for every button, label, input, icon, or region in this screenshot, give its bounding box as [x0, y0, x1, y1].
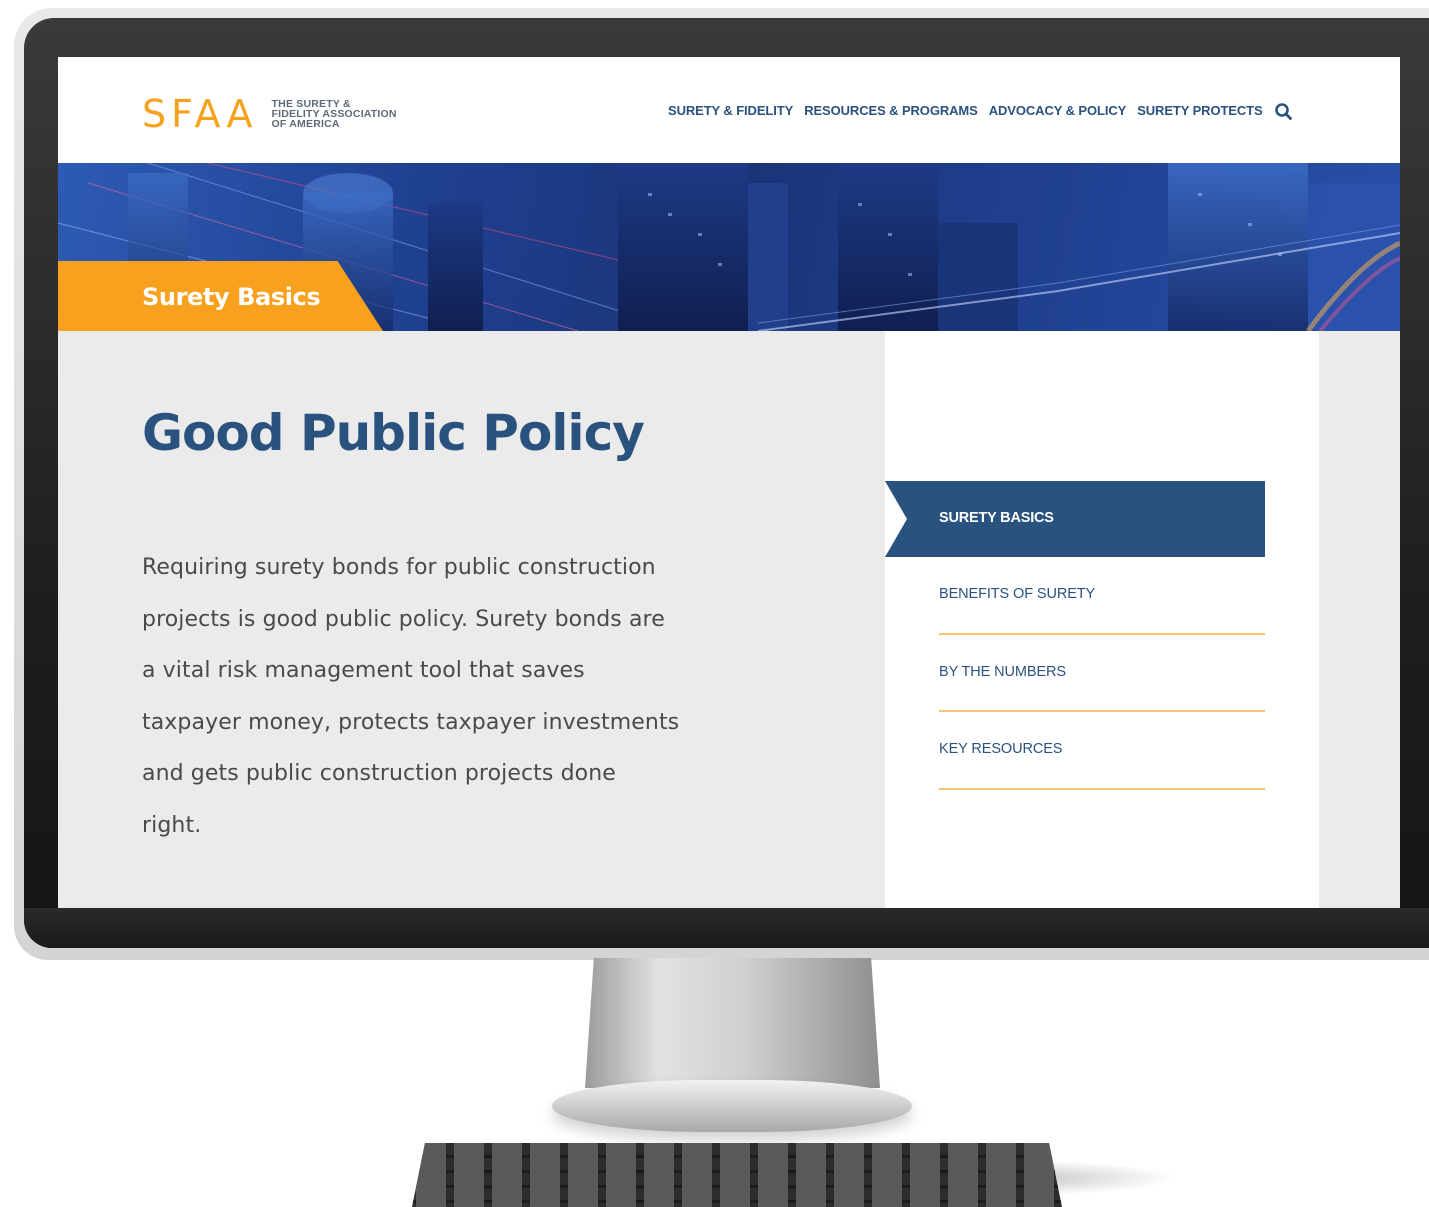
sidebar-nav: SURETY BASICS BENEFITS OF SURETY BY THE … [885, 481, 1265, 790]
monitor-stand [585, 958, 880, 1088]
monitor-chin [24, 908, 1429, 948]
nav-advocacy-policy[interactable]: ADVOCACY & POLICY [989, 103, 1127, 118]
logo-tagline: THE SURETY & FIDELITY ASSOCIATION OF AME… [271, 99, 397, 130]
sfaa-logo[interactable]: SFAA THE SURETY & FIDELITY ASSOCIATION O… [142, 95, 397, 133]
sidebar-item-by-the-numbers[interactable]: BY THE NUMBERS [939, 635, 1265, 712]
monitor-stand-base [552, 1080, 912, 1132]
logo-mark: SFAA [142, 92, 258, 136]
sidebar: SURETY BASICS BENEFITS OF SURETY BY THE … [885, 331, 1319, 908]
body-line: taxpayer money, protects taxpayer invest… [142, 709, 680, 735]
sidebar-item-label: KEY RESOURCES [939, 741, 1063, 757]
site-header: SFAA THE SURETY & FIDELITY ASSOCIATION O… [58, 57, 1400, 163]
sidebar-item-label: BY THE NUMBERS [939, 663, 1066, 680]
sidebar-item-surety-basics[interactable]: SURETY BASICS [885, 481, 1265, 557]
nav-surety-fidelity[interactable]: SURETY & FIDELITY [668, 103, 793, 118]
body-text: Requiring surety bonds for public constr… [142, 542, 742, 852]
nav-resources-programs[interactable]: RESOURCES & PROGRAMS [804, 103, 978, 118]
hero-banner: Surety Basics [58, 163, 1400, 331]
active-indicator [885, 481, 907, 557]
sidebar-item-key-resources[interactable]: KEY RESOURCES [939, 712, 1265, 790]
body-line: Requiring surety bonds for public constr… [142, 555, 656, 580]
body-line: a vital risk management tool that saves [142, 658, 585, 684]
body-line: and gets public construction projects do… [142, 761, 616, 787]
body-line: projects is good public policy. Surety b… [142, 606, 665, 632]
page-title: Good Public Policy [142, 404, 645, 462]
sidebar-item-label: BENEFITS OF SURETY [939, 586, 1096, 602]
main-nav: SURETY & FIDELITY RESOURCES & PROGRAMS A… [668, 103, 1263, 118]
screen: SFAA THE SURETY & FIDELITY ASSOCIATION O… [58, 57, 1400, 908]
search-icon[interactable] [1273, 101, 1295, 123]
section-label: Surety Basics [142, 283, 321, 311]
nav-surety-protects[interactable]: SURETY PROTECTS [1137, 103, 1262, 118]
logo-line-3: OF AMERICA [271, 118, 340, 130]
body-line: right. [142, 812, 202, 838]
sidebar-item-benefits-of-surety[interactable]: BENEFITS OF SURETY [939, 557, 1265, 635]
keyboard [412, 1143, 1062, 1207]
main-content: Good Public Policy Requiring surety bond… [58, 331, 885, 908]
sidebar-item-label: SURETY BASICS [939, 510, 1054, 526]
sidebar-gutter [1319, 331, 1400, 908]
